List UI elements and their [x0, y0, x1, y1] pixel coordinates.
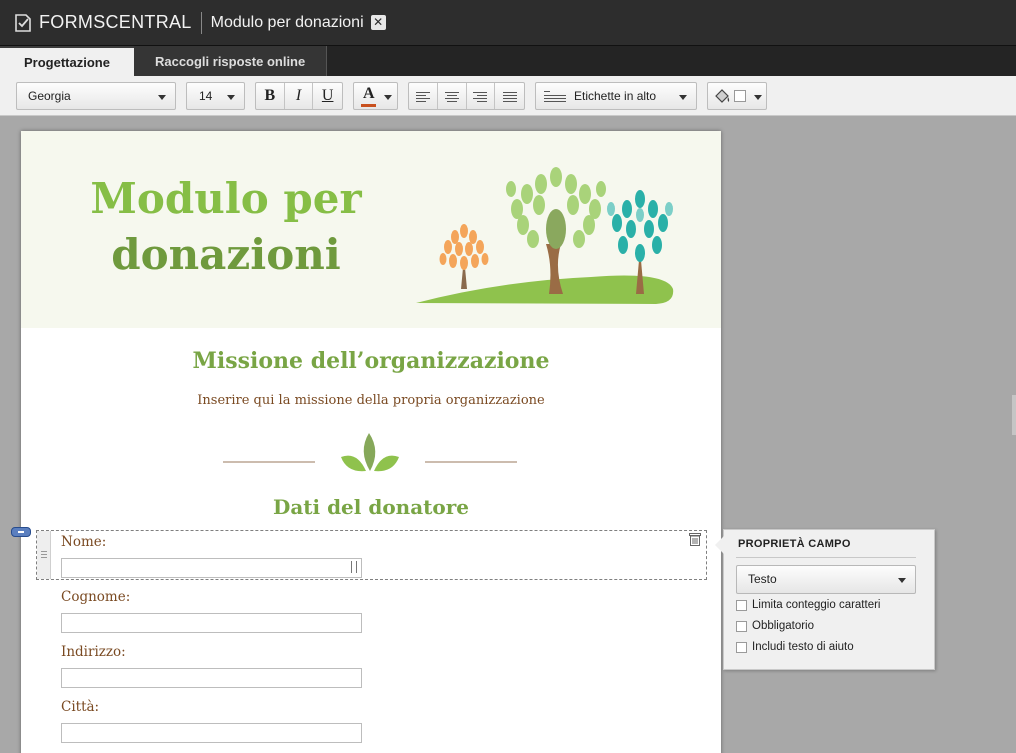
checkbox-help-text[interactable]	[736, 641, 747, 653]
option-help-text-label: Includi testo di aiuto	[752, 641, 854, 653]
field-input-address[interactable]	[61, 668, 362, 688]
text-color-button[interactable]: A	[353, 82, 398, 110]
form-title-line2: donazioni	[111, 230, 341, 279]
app-brand: FORMSCENTRAL	[39, 12, 192, 32]
label-position-value: Etichette in alto	[574, 89, 657, 103]
underline-button[interactable]: U	[313, 83, 342, 109]
form-header-title: Modulo per donazioni	[71, 171, 381, 283]
text-color-swatch	[361, 104, 376, 107]
title-bar: FORMSCENTRAL Modulo per donazioni ✕	[0, 0, 1016, 46]
checkbox-limit-chars[interactable]	[736, 599, 747, 611]
align-center-button[interactable]	[438, 83, 467, 109]
field-type-dropdown[interactable]: Testo	[736, 565, 916, 594]
label-position-dropdown[interactable]: Etichette in alto	[535, 82, 697, 110]
field-properties-panel: PROPRIETÀ CAMPO Testo Limita conteggio c…	[715, 529, 935, 670]
align-justify-button[interactable]	[495, 83, 524, 109]
field-label-city[interactable]: Città:	[61, 699, 99, 715]
chevron-down-icon	[898, 578, 906, 583]
delete-field-icon[interactable]	[689, 533, 701, 546]
align-right-icon	[473, 91, 488, 102]
grip-icon	[41, 551, 47, 559]
field-input-city[interactable]	[61, 723, 362, 743]
align-left-button[interactable]	[409, 83, 438, 109]
option-limit-chars-label: Limita conteggio caratteri	[752, 599, 881, 611]
formscentral-logo-icon	[15, 13, 31, 32]
chevron-down-icon	[679, 95, 687, 100]
font-family-dropdown[interactable]: Georgia	[16, 82, 176, 110]
tag-mark	[18, 531, 24, 533]
align-center-icon	[444, 91, 459, 102]
checkbox-required[interactable]	[736, 620, 747, 632]
font-size-dropdown[interactable]: 14	[186, 82, 245, 110]
drag-handle[interactable]	[37, 531, 51, 579]
chevron-down-icon	[754, 95, 762, 100]
fill-color-button[interactable]	[707, 82, 767, 110]
text-color-glyph: A	[363, 85, 375, 102]
bold-button[interactable]: B	[256, 83, 285, 109]
align-right-button[interactable]	[467, 83, 496, 109]
properties-title: PROPRIETÀ CAMPO	[738, 538, 851, 550]
font-size-value: 14	[199, 89, 213, 103]
trees-illustration	[416, 167, 674, 304]
option-help-text[interactable]: Includi testo di aiuto	[736, 641, 854, 653]
format-toolbar: Georgia 14 B I U A Etichette in alto	[0, 76, 1016, 116]
tab-design[interactable]: Progettazione	[0, 46, 134, 76]
resize-handle-icon[interactable]	[351, 561, 357, 573]
field-input-surname[interactable]	[61, 613, 362, 633]
fill-color-swatch	[734, 90, 746, 102]
chevron-down-icon	[158, 95, 166, 100]
tab-collect-responses[interactable]: Raccogli risposte online	[133, 46, 328, 76]
chevron-down-icon	[384, 95, 392, 100]
field-tag-icon[interactable]	[11, 527, 31, 537]
option-limit-chars[interactable]: Limita conteggio caratteri	[736, 599, 880, 611]
paint-bucket-icon	[715, 89, 730, 103]
alignment-group	[408, 82, 525, 110]
panel-pointer	[715, 536, 724, 554]
close-document-icon[interactable]: ✕	[370, 15, 386, 30]
italic-button[interactable]: I	[285, 83, 314, 109]
form-header: Modulo per donazioni	[21, 131, 721, 328]
field-label-surname[interactable]: Cognome:	[61, 589, 130, 605]
tab-bar: Progettazione Raccogli risposte online	[0, 46, 1016, 76]
field-label-name[interactable]: Nome:	[61, 534, 106, 550]
mission-text[interactable]: Inserire qui la missione della propria o…	[21, 393, 721, 408]
align-left-icon	[415, 91, 430, 102]
form-title-line1: Modulo per	[90, 174, 362, 223]
field-label-address[interactable]: Indirizzo:	[61, 644, 126, 660]
label-position-icon	[544, 91, 566, 102]
option-required-label: Obbligatorio	[752, 620, 815, 632]
field-type-value: Testo	[748, 572, 777, 586]
scrollbar-thumb[interactable]	[1012, 395, 1016, 435]
field-input-name[interactable]	[61, 558, 362, 578]
donor-section-title[interactable]: Dati del donatore	[21, 495, 721, 519]
document-title: Modulo per donazioni	[210, 13, 364, 31]
title-separator	[200, 11, 202, 34]
chevron-down-icon	[227, 95, 235, 100]
properties-divider	[736, 557, 916, 558]
form-page: Modulo per donazioni Missione dell’organ…	[21, 131, 721, 753]
align-justify-icon	[502, 91, 517, 102]
option-required[interactable]: Obbligatorio	[736, 620, 814, 632]
text-style-group: B I U	[255, 82, 343, 110]
leaf-divider-icon	[223, 433, 517, 472]
mission-title[interactable]: Missione dell’organizzazione	[21, 348, 721, 374]
font-family-value: Georgia	[28, 89, 71, 103]
